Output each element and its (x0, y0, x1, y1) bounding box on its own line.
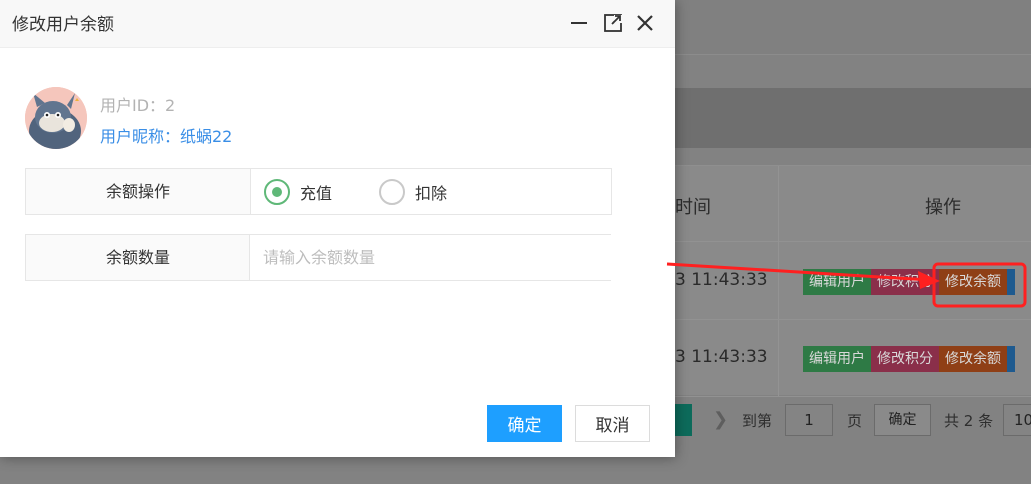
edit-balance-button[interactable]: 修改余额 (939, 346, 1007, 372)
radio-recharge-label: 充值 (300, 184, 333, 203)
goto-label: 到第 (742, 412, 773, 430)
close-icon[interactable] (634, 12, 656, 34)
page-size-select[interactable]: 10 (1003, 404, 1031, 436)
more-action-button[interactable] (1007, 346, 1015, 372)
header-actions: 操作 (925, 197, 961, 218)
radio-checked-icon[interactable] (264, 179, 290, 205)
current-page-button[interactable] (675, 404, 692, 436)
table-header: 时间 操作 (675, 166, 1031, 242)
page-unit-label: 页 (847, 412, 863, 430)
bg-user-table: 时间 操作 3 11:43:33 编辑用户 修改积分 修改余额 3 11:43:… (675, 165, 1031, 397)
edit-points-button[interactable]: 修改积分 (871, 346, 939, 372)
modal-header: 修改用户余额 (0, 0, 675, 48)
edit-user-button[interactable]: 编辑用户 (803, 346, 871, 372)
more-action-button[interactable] (1007, 269, 1015, 295)
maximize-icon[interactable] (602, 12, 624, 34)
balance-operation-row: 余额操作 充值 扣除 (25, 168, 612, 215)
radio-deduct-label: 扣除 (415, 184, 448, 203)
modal-title: 修改用户余额 (12, 15, 114, 35)
row-time: 3 11:43:33 (675, 347, 768, 367)
balance-amount-label: 余额数量 (26, 235, 251, 280)
minimize-icon[interactable] (568, 12, 590, 34)
header-time: 时间 (675, 197, 711, 218)
cancel-button[interactable]: 取消 (575, 405, 650, 442)
row-time: 3 11:43:33 (675, 270, 768, 290)
edit-user-button[interactable]: 编辑用户 (803, 269, 871, 295)
pagination: ❯ 到第 1 页 确定 共 2 条 10 (675, 400, 1031, 442)
balance-amount-input[interactable] (249, 235, 611, 280)
edit-balance-modal: 修改用户余额 用户ID：2 用户昵称：纸蜗22 余额操作 充值 扣除 余额数量 … (0, 0, 675, 457)
avatar (25, 87, 87, 149)
bg-filter-bar (675, 88, 1031, 148)
next-page-icon[interactable]: ❯ (713, 409, 728, 430)
user-nickname-text: 用户昵称：纸蜗22 (100, 127, 233, 146)
radio-recharge[interactable]: 充值 (264, 179, 332, 205)
confirm-button[interactable]: 确定 (487, 405, 562, 442)
page-number-input[interactable]: 1 (785, 404, 833, 436)
total-count: 共 2 条 (944, 412, 994, 430)
balance-operation-label: 余额操作 (26, 169, 251, 214)
edit-balance-button[interactable]: 修改余额 (939, 269, 1007, 295)
user-id-text: 用户ID：2 (100, 96, 176, 115)
edit-points-button[interactable]: 修改积分 (871, 269, 939, 295)
balance-amount-row: 余额数量 (25, 234, 611, 281)
row-actions: 编辑用户 修改积分 修改余额 (803, 269, 1015, 295)
row-actions: 编辑用户 修改积分 修改余额 (803, 346, 1015, 372)
radio-deduct[interactable]: 扣除 (379, 179, 447, 205)
goto-confirm-button[interactable]: 确定 (874, 404, 931, 436)
bg-toolbar (675, 0, 1031, 55)
radio-unchecked-icon[interactable] (379, 179, 405, 205)
table-row: 3 11:43:33 编辑用户 修改积分 修改余额 (675, 243, 1031, 320)
table-row: 3 11:43:33 编辑用户 修改积分 修改余额 (675, 320, 1031, 397)
